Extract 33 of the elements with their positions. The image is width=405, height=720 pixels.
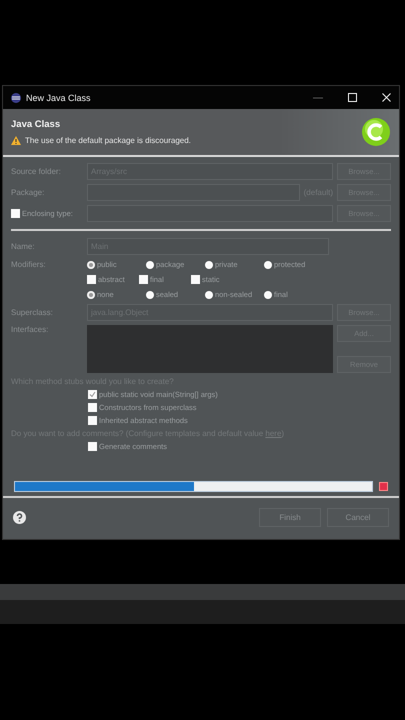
maximize-icon[interactable] [348,93,357,102]
radio-button[interactable] [205,290,213,298]
minimize-icon[interactable] [313,96,323,98]
field-label: Source folder: [11,167,62,176]
checkbox[interactable] [87,275,96,284]
field-label: Package: [11,188,46,197]
checkbox[interactable] [88,403,97,412]
window-title: New Java Class [26,92,91,102]
close-icon[interactable] [382,93,391,102]
checkbox[interactable] [139,275,148,284]
radio-button[interactable] [87,290,95,298]
radio-button[interactable] [87,260,95,268]
checkbox[interactable] [191,275,200,284]
warning-message: The use of the default package is discouraged. [25,136,191,145]
radio-button[interactable] [146,290,154,298]
warning-icon [11,136,21,145]
field-label: Name: [11,242,36,251]
field-label: Interfaces: [11,325,50,334]
checkbox[interactable] [88,416,97,425]
field-label: Superclass: [11,308,54,317]
checkbox[interactable] [88,442,97,451]
eclipse-icon [11,92,21,102]
checkbox[interactable] [88,390,97,399]
field-label: Modifiers: [11,260,47,269]
stop-icon[interactable] [379,482,388,491]
radio-button[interactable] [146,260,154,268]
radio-button[interactable] [264,290,272,298]
radio-button[interactable] [205,260,213,268]
class-logo-icon [361,117,391,147]
help-icon[interactable] [13,511,26,524]
checkbox[interactable] [11,209,20,218]
header-title: Java Class [11,119,62,130]
radio-button[interactable] [264,260,272,268]
